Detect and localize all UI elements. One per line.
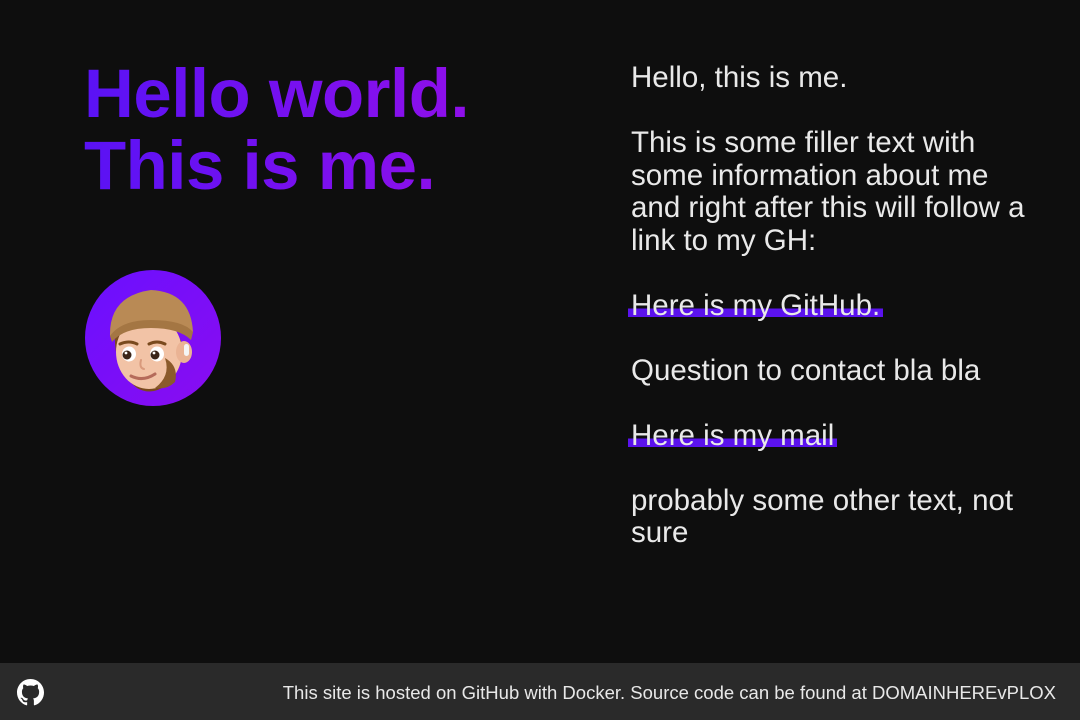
contact-text: Question to contact bla bla [631,353,981,387]
hero-headline: Hello world. This is me. [84,58,469,202]
about-panel: Hello, this is me. This is some filler t… [628,61,1031,582]
other-text: probably some other text, not sure [631,483,1014,549]
mail-link[interactable]: Here is my mail [628,419,838,452]
greeting-text: Hello, this is me. [631,61,848,94]
filler-text: This is some filler text with some infor… [631,126,1025,257]
github-icon[interactable] [17,679,44,706]
hero-line-1: Hello world. [84,55,470,132]
footer-note: This site is hosted on GitHub with Docke… [282,682,1056,703]
page: Hello world. This is me. Hello, this is … [0,0,1080,720]
mail-link-paragraph: Here is my mail [628,419,1031,452]
github-link-paragraph: Here is my GitHub. [628,289,1031,322]
hero-line-2: This is me. [84,127,436,204]
footer: This site is hosted on GitHub with Docke… [0,663,1080,720]
avatar [85,270,221,406]
github-link[interactable]: Here is my GitHub. [628,289,884,322]
memoji-avatar-icon [109,290,193,392]
